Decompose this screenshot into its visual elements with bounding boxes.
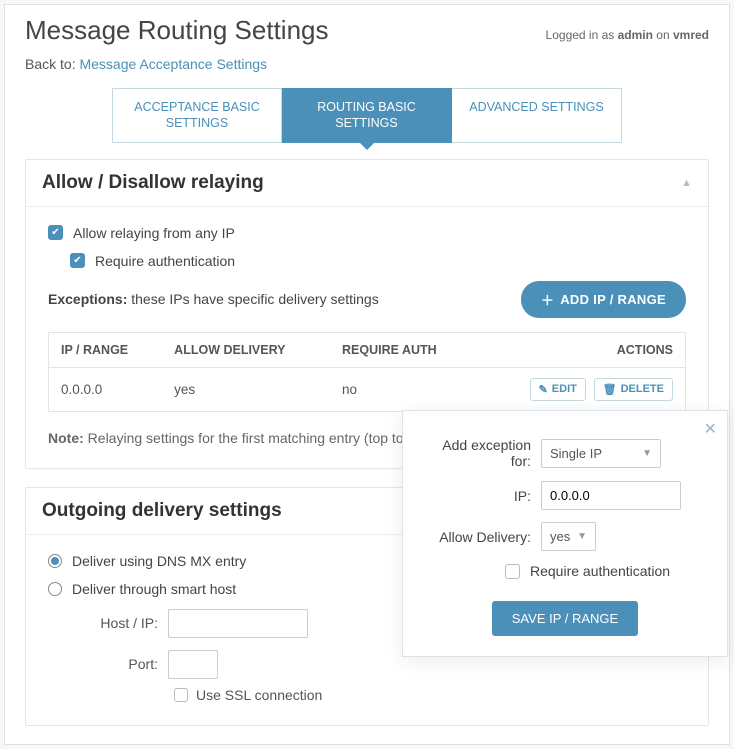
host-label: Host / IP: [48,615,158,631]
note-text: Relaying settings for the first matching… [84,430,439,446]
host-input[interactable] [168,609,308,638]
login-on: on [653,28,673,42]
deliver-smart-label: Deliver through smart host [72,581,236,597]
col-actions: ACTIONS [477,332,685,367]
pencil-icon: ✎ [539,383,548,396]
note-label: Note: [48,430,84,446]
cell-auth: no [330,367,477,411]
login-info: Logged in as admin on vmred [546,28,709,42]
collapse-icon[interactable]: ▲ [681,177,692,189]
deliver-dns-label: Deliver using DNS MX entry [72,553,246,569]
tab-advanced[interactable]: ADVANCED SETTINGS [452,88,622,143]
outgoing-title: Outgoing delivery settings [42,500,282,522]
deliver-dns-radio[interactable] [48,554,62,568]
allow-delivery-label: Allow Delivery: [421,529,531,545]
back-link[interactable]: Message Acceptance Settings [79,56,267,72]
delete-label: DELETE [621,383,664,395]
exceptions-table: IP / RANGE ALLOW DELIVERY REQUIRE AUTH A… [48,332,686,412]
login-user: admin [618,28,653,42]
exceptions-label: Exceptions: [48,291,127,307]
edit-button[interactable]: ✎ EDIT [530,378,586,401]
add-ip-label: ADD IP / RANGE [560,292,666,307]
exception-type-value: Single IP [550,446,602,461]
deliver-smart-radio[interactable] [48,582,62,596]
login-host: vmred [673,28,709,42]
breadcrumb: Back to: Message Acceptance Settings [5,52,729,88]
ssl-label: Use SSL connection [196,687,322,703]
back-label: Back to: [25,56,76,72]
page-title: Message Routing Settings [25,15,329,46]
col-auth: REQUIRE AUTH [330,332,477,367]
exception-type-select[interactable]: Single IP ▼ [541,439,661,468]
exception-for-label: Add exception for: [421,437,531,469]
tab-routing-basic[interactable]: ROUTING BASIC SETTINGS [282,88,452,143]
delete-button[interactable]: 🗑 DELETE [594,378,673,401]
ip-input[interactable] [541,481,681,510]
col-ip: IP / RANGE [49,332,163,367]
edit-label: EDIT [552,383,577,395]
login-prefix: Logged in as [546,28,618,42]
chevron-down-icon: ▼ [577,531,587,542]
exceptions-desc: these IPs have specific delivery setting… [127,291,378,307]
popover-require-auth-checkbox[interactable] [505,564,520,579]
popover-require-auth-label: Require authentication [530,563,670,579]
save-ip-range-button[interactable]: SAVE IP / RANGE [492,601,638,636]
trash-icon: 🗑 [603,383,617,396]
allow-any-ip-checkbox[interactable]: ✔ [48,225,63,240]
ip-label: IP: [421,488,531,504]
tab-acceptance-basic[interactable]: ACCEPTANCE BASIC SETTINGS [112,88,282,143]
col-allow: ALLOW DELIVERY [162,332,330,367]
allow-delivery-value: yes [550,529,570,544]
add-ip-popover: ✕ Add exception for: Single IP ▼ IP: All… [402,410,728,657]
require-auth-label: Require authentication [95,253,235,269]
close-icon[interactable]: ✕ [704,419,717,439]
cell-ip: 0.0.0.0 [49,367,163,411]
allow-delivery-select[interactable]: yes ▼ [541,522,596,551]
cell-allow: yes [162,367,330,411]
relay-title: Allow / Disallow relaying [42,172,264,194]
table-row: 0.0.0.0 yes no ✎ EDIT 🗑 DELETE [49,367,686,411]
chevron-down-icon: ▼ [642,448,652,459]
add-ip-range-button[interactable]: ＋ ADD IP / RANGE [521,281,686,318]
port-label: Port: [48,656,158,672]
require-auth-checkbox[interactable]: ✔ [70,253,85,268]
port-input[interactable] [168,650,218,679]
ssl-checkbox[interactable] [174,688,188,702]
allow-any-ip-label: Allow relaying from any IP [73,225,235,241]
plus-icon: ＋ [541,290,554,309]
exceptions-text: Exceptions: these IPs have specific deli… [48,291,379,307]
